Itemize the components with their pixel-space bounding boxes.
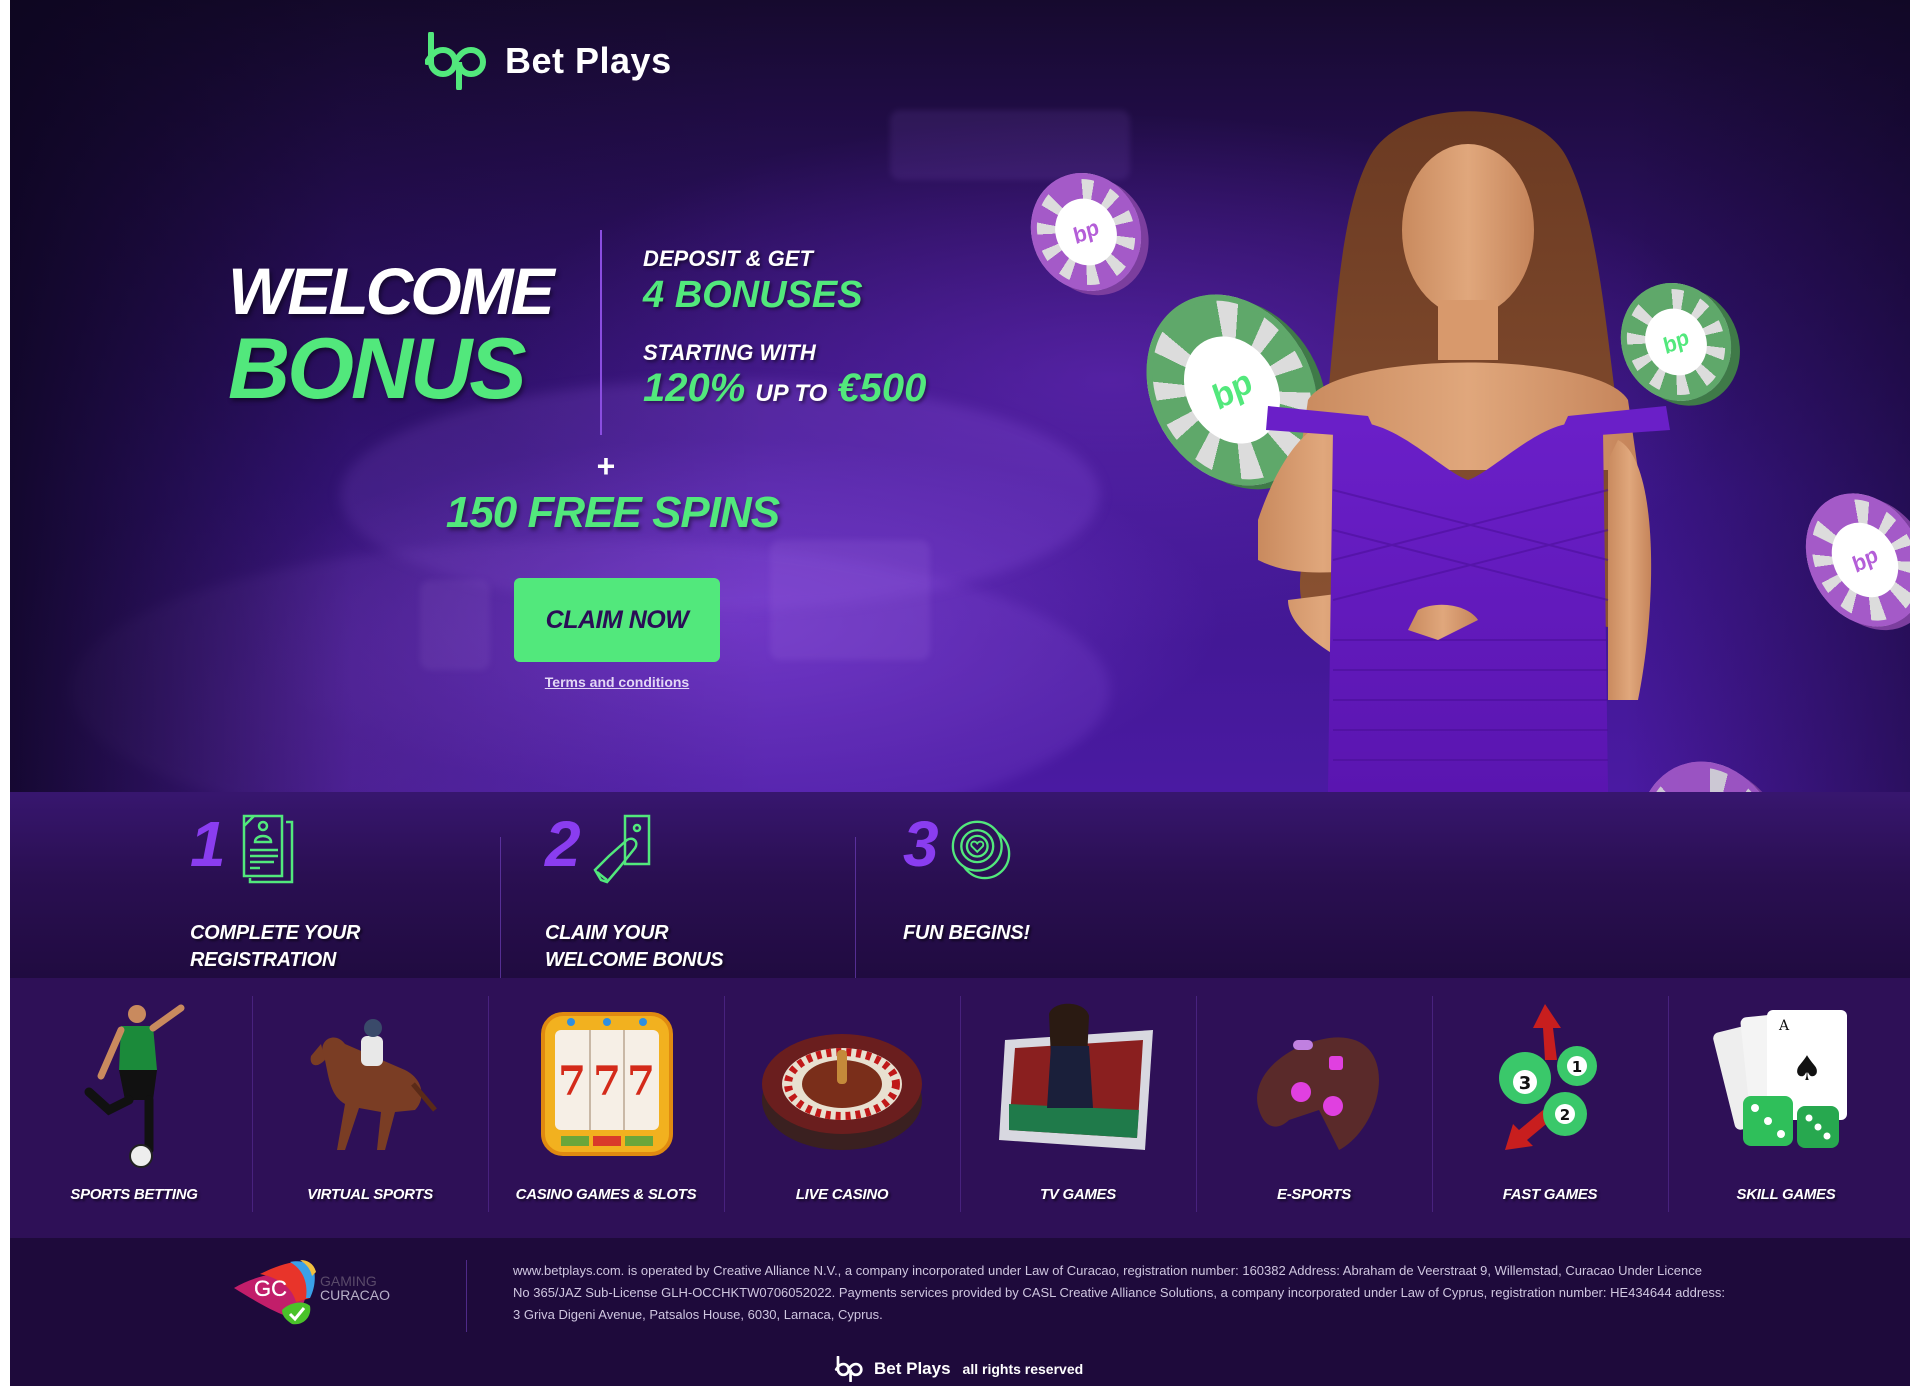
offer-deposit-get: DEPOSIT & GET: [643, 246, 813, 271]
how-it-works-steps: 1 COMPLETE YOUR REGISTRATION 2 CLAIM YOU…: [10, 792, 1910, 985]
racehorse-jockey-icon: [310, 1019, 437, 1150]
svg-text:3: 3: [1519, 1073, 1532, 1094]
svg-text:CURACAO: CURACAO: [320, 1287, 390, 1303]
category-label: TV GAMES: [1040, 1186, 1116, 1203]
tv-dealer-tablet-icon: [999, 1003, 1153, 1150]
brand-logo[interactable]: Bet Plays: [425, 32, 672, 90]
step-number: 1: [190, 808, 226, 880]
svg-text:2: 2: [1560, 1106, 1570, 1124]
welcome-bonus-headline: WELCOME BONUS: [228, 254, 555, 417]
offer-starting-with: STARTING WITH: [643, 340, 816, 365]
svg-text:A: A: [1778, 1018, 1790, 1034]
step-label: COMPLETE YOUR REGISTRATION: [190, 922, 361, 971]
svg-text:7: 7: [593, 1058, 621, 1105]
offer-amount: €500: [837, 366, 927, 410]
gamepad-icon: [1257, 1037, 1379, 1150]
game-categories: SPORTS BETTING VIRTUAL SPORTS 7 7 7 CASI…: [10, 978, 1910, 1238]
headline-welcome: WELCOME: [228, 254, 555, 328]
category-label: SKILL GAMES: [1736, 1186, 1836, 1203]
roulette-wheel-icon: [762, 1034, 922, 1150]
lottery-balls-icon: 3 1 2: [1499, 1004, 1597, 1150]
terms-and-conditions-link[interactable]: Terms and conditions: [514, 674, 720, 690]
headline-bonus: BONUS: [228, 321, 527, 417]
claim-now-button[interactable]: CLAIM NOW: [514, 578, 720, 662]
category-label: LIVE CASINO: [795, 1186, 889, 1203]
legal-line: www.betplays.com. is operated by Creativ…: [513, 1263, 1702, 1278]
category-label: FAST GAMES: [1502, 1186, 1598, 1203]
offer-percent-line: 120% UP TO €500: [643, 368, 926, 408]
category-live-casino[interactable]: LIVE CASINO: [724, 978, 960, 1238]
bp-logo-icon: [425, 32, 486, 90]
hostess-model-image: [1258, 111, 1670, 792]
copyright-text: all rights reserved: [962, 1361, 1084, 1377]
hand-holding-cash-icon: [593, 814, 651, 884]
category-label: CASINO GAMES & SLOTS: [515, 1186, 697, 1203]
category-label: VIRTUAL SPORTS: [307, 1186, 433, 1203]
registration-document-icon: [242, 814, 294, 884]
step-label: CLAIM YOUR WELCOME BONUS: [545, 922, 724, 971]
brand-name: Bet Plays: [505, 40, 672, 81]
hero-banner: Bet Plays WELCOME BONUS DEPOSIT & GET 4 …: [10, 0, 1910, 792]
svg-text:7: 7: [627, 1058, 655, 1105]
soccer-player-icon: [84, 1004, 185, 1168]
category-label: E-SPORTS: [1276, 1186, 1351, 1203]
category-casino-games-slots[interactable]: 7 7 7 CASINO GAMES & SLOTS: [488, 978, 724, 1238]
category-skill-games[interactable]: A ♠ SKILL GAMES: [1668, 978, 1904, 1238]
slot-machine-777-icon: 7 7 7: [541, 1012, 673, 1156]
step-number: 3: [903, 808, 939, 880]
footer-divider: [466, 1260, 467, 1332]
legal-disclaimer: www.betplays.com. is operated by Creativ…: [513, 1260, 1793, 1326]
footer-brand-name: Bet Plays: [874, 1359, 951, 1378]
bp-logo-icon: [834, 1356, 863, 1382]
offer-bonus-count: 4 BONUSES: [643, 274, 863, 316]
gaming-curacao-license-icon[interactable]: GC GAMING CURACAO: [230, 1258, 430, 1328]
footer-brand: Bet Plays all rights reserved: [834, 1356, 1083, 1382]
legal-line: 3 Griva Digeni Avenue, Patsalos House, 6…: [513, 1307, 883, 1322]
legal-line: No 365/JAZ Sub-License GLH-OCCHKTW070605…: [513, 1285, 1726, 1300]
category-fast-games[interactable]: 3 1 2 FAST GAMES: [1432, 978, 1668, 1238]
step-divider: [855, 837, 856, 985]
svg-text:7: 7: [558, 1058, 586, 1105]
step-divider: [500, 837, 501, 985]
casino-chips-icon: [951, 820, 1011, 880]
svg-text:GC: GC: [254, 1276, 287, 1301]
cards-and-dice-icon: A ♠: [1713, 1010, 1847, 1148]
step-number: 2: [545, 808, 581, 880]
site-footer: GC GAMING CURACAO www.betplays.com. is o…: [10, 1238, 1910, 1386]
category-e-sports[interactable]: E-SPORTS: [1196, 978, 1432, 1238]
plus-sign: +: [596, 448, 615, 484]
category-sports-betting[interactable]: SPORTS BETTING: [16, 978, 252, 1238]
bonus-offer: DEPOSIT & GET 4 BONUSES STARTING WITH 12…: [643, 246, 926, 409]
svg-text:♠: ♠: [1792, 1049, 1822, 1089]
category-tv-games[interactable]: TV GAMES: [960, 978, 1196, 1238]
offer-up-to: UP TO: [755, 380, 828, 407]
free-spins-offer: 150 FREE SPINS: [445, 488, 780, 537]
step-label: FUN BEGINS!: [903, 922, 1030, 944]
category-label: SPORTS BETTING: [70, 1186, 198, 1203]
landing-page: Bet Plays WELCOME BONUS DEPOSIT & GET 4 …: [10, 0, 1910, 1386]
category-virtual-sports[interactable]: VIRTUAL SPORTS: [252, 978, 488, 1238]
offer-percent: 120%: [643, 366, 746, 410]
hero-divider: [600, 230, 602, 435]
svg-text:1: 1: [1572, 1058, 1582, 1076]
